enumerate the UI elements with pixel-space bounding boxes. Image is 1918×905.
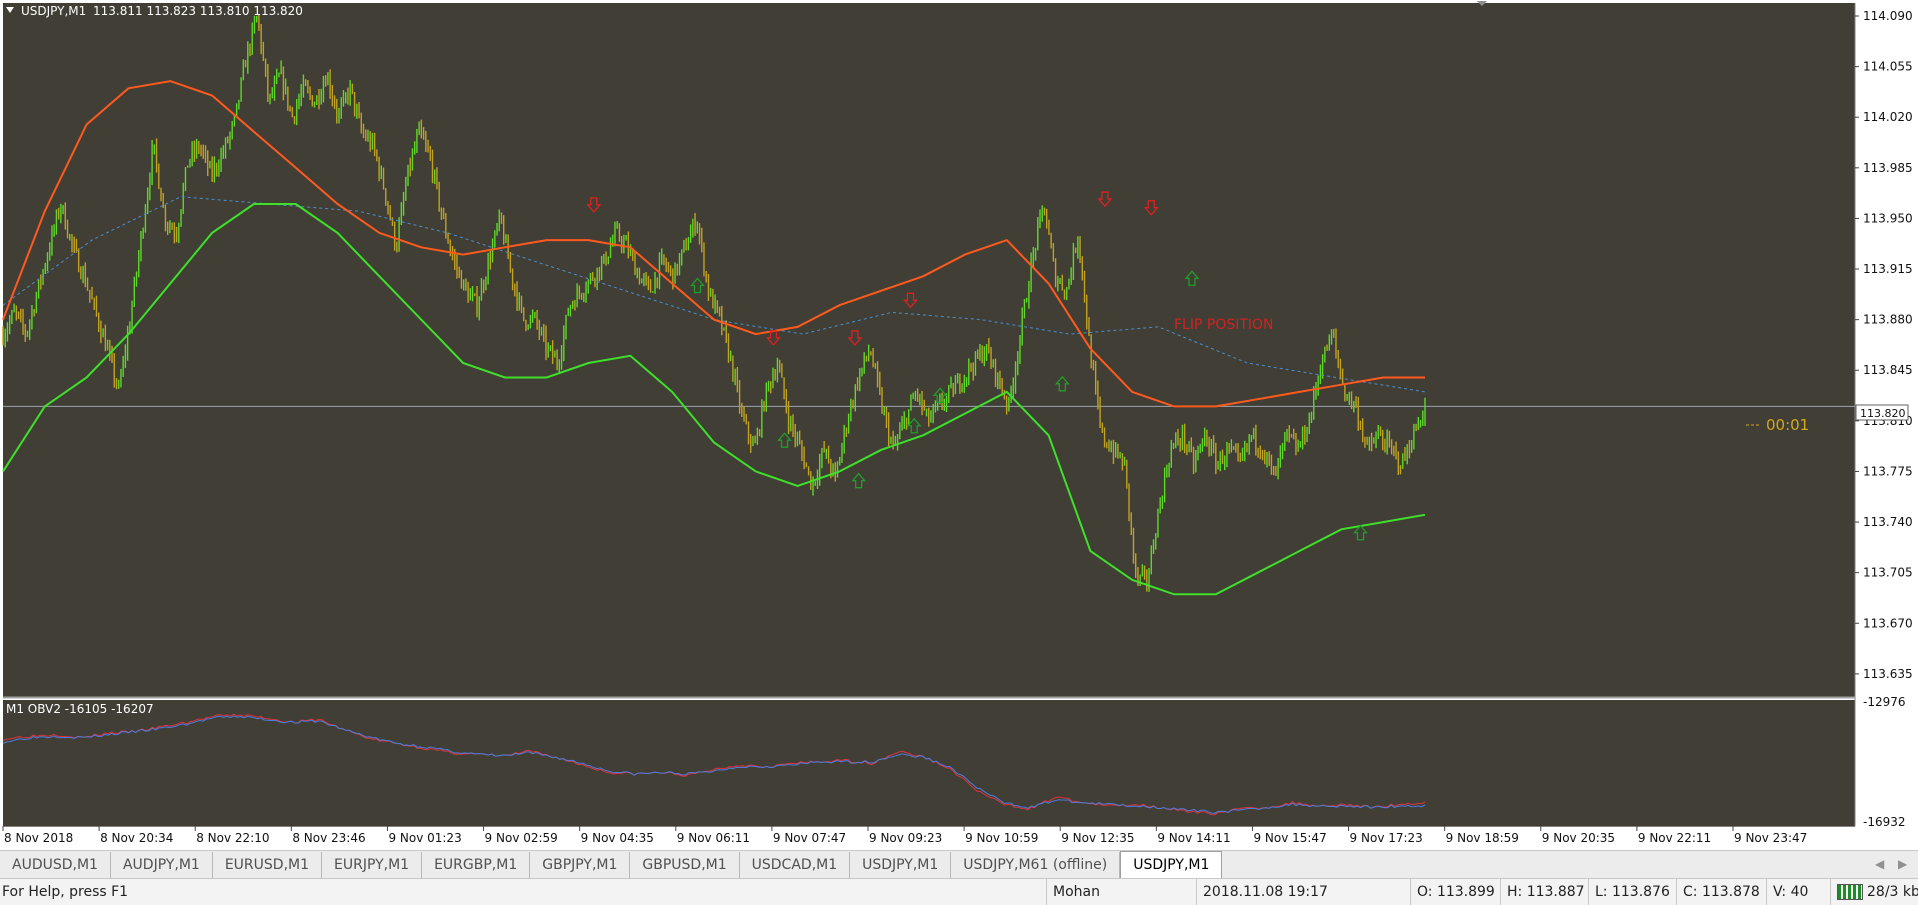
price-tick-label: 113.775 — [1863, 464, 1913, 478]
price-tick-label: 114.090 — [1863, 9, 1913, 23]
time-tick-label: 9 Nov 10:59 — [965, 831, 1038, 845]
time-tick-label: 9 Nov 18:59 — [1446, 831, 1519, 845]
time-tick-label: 9 Nov 07:47 — [773, 831, 846, 845]
status-profile[interactable]: Mohan — [1046, 879, 1195, 905]
status-close: C: 113.878 — [1676, 879, 1765, 905]
chart-tabs-bar: AUDUSD,M1 AUDJPY,M1 EURUSD,M1 EURJPY,M1 … — [0, 850, 1918, 879]
status-low: L: 113.876 — [1588, 879, 1675, 905]
time-tick-label: 8 Nov 2018 — [4, 831, 73, 845]
time-tick-label: 9 Nov 20:35 — [1542, 831, 1615, 845]
time-tick-label: 9 Nov 23:47 — [1734, 831, 1807, 845]
chart-window[interactable]: 114.090 114.055 114.020 113.985 113.950 113.9… — [0, 0, 1918, 850]
price-plot-area[interactable] — [3, 3, 1855, 697]
status-open: O: 113.899 — [1410, 879, 1499, 905]
time-tick-label: 9 Nov 09:23 — [869, 831, 942, 845]
price-tick-label: 113.915 — [1863, 262, 1913, 276]
bar-timer-label: 00:01 — [1766, 416, 1809, 434]
status-volume: V: 40 — [1766, 879, 1829, 905]
tab-eurjpy[interactable]: EURJPY,M1 — [322, 852, 423, 879]
time-tick-label: 8 Nov 20:34 — [100, 831, 173, 845]
time-tick-label: 9 Nov 14:11 — [1157, 831, 1230, 845]
tab-usdjpy[interactable]: USDJPY,M1 — [850, 852, 952, 879]
price-chart[interactable]: 114.090 114.055 114.020 113.985 113.950 113.9… — [0, 0, 1918, 850]
indicator-plot-area[interactable] — [3, 700, 1855, 826]
tab-eurusd[interactable]: EURUSD,M1 — [213, 852, 322, 879]
price-tick-label: 113.635 — [1863, 667, 1913, 681]
status-bar: For Help, press F1 Mohan 2018.11.08 19:17 O… — [0, 878, 1918, 905]
time-tick-label: 9 Nov 06:11 — [677, 831, 750, 845]
price-tick-label: 113.705 — [1863, 566, 1913, 580]
time-tick-label: 9 Nov 02:59 — [485, 831, 558, 845]
tab-eurgbp[interactable]: EURGBP,M1 — [422, 852, 531, 879]
price-tick-label: 113.740 — [1863, 515, 1913, 529]
tab-scroll-left-icon[interactable]: ◀ — [1875, 857, 1884, 871]
tab-usdjpy-active[interactable]: USDJPY,M1 — [1120, 851, 1223, 879]
time-tick-label: 9 Nov 15:47 — [1253, 831, 1326, 845]
status-datetime: 2018.11.08 19:17 — [1196, 879, 1409, 905]
chart-ohlc-label: 113.811 113.823 113.810 113.820 — [93, 4, 303, 18]
price-tick-label: 113.880 — [1863, 313, 1913, 327]
tab-gbpusd[interactable]: GBPUSD,M1 — [630, 852, 740, 879]
obv-indicator-label: M1 OBV2 -16105 -16207 — [6, 702, 154, 716]
status-help-text: For Help, press F1 — [2, 884, 129, 900]
flip-position-label: FLIP POSITION — [1174, 317, 1274, 333]
time-axis: 8 Nov 2018 8 Nov 20:34 8 Nov 22:10 8 Nov 23… — [2, 826, 1807, 845]
bid-price-tag-label: 113.820 — [1860, 407, 1906, 420]
chart-symbol-label: USDJPY,M1 — [21, 4, 86, 18]
time-tick-label: 8 Nov 23:46 — [292, 831, 365, 845]
obv-tick-label: -12976 — [1863, 695, 1906, 709]
obv-tick-label: -16932 — [1863, 815, 1906, 829]
tab-scroll-right-icon[interactable]: ▶ — [1898, 857, 1907, 871]
time-tick-label: 8 Nov 22:10 — [196, 831, 269, 845]
tab-usdcad[interactable]: USDCAD,M1 — [740, 852, 851, 879]
price-tick-label: 113.950 — [1863, 211, 1913, 225]
connection-bars-icon — [1837, 884, 1863, 900]
time-tick-label: 9 Nov 17:23 — [1350, 831, 1423, 845]
status-traffic-label: 28/3 kb — [1867, 884, 1918, 900]
price-tick-label: 113.845 — [1863, 363, 1913, 377]
tab-audusd[interactable]: AUDUSD,M1 — [0, 852, 111, 879]
tab-usdjpy-m61-offline[interactable]: USDJPY,M61 (offline) — [951, 852, 1121, 879]
price-tick-label: 113.985 — [1863, 161, 1913, 175]
tab-gbpjpy[interactable]: GBPJPY,M1 — [530, 852, 631, 879]
status-traffic[interactable]: 28/3 kb — [1830, 879, 1918, 905]
price-tick-label: 114.020 — [1863, 110, 1913, 124]
price-tick-label: 113.670 — [1863, 616, 1913, 630]
time-tick-label: 9 Nov 04:35 — [581, 831, 654, 845]
time-tick-label: 9 Nov 01:23 — [388, 831, 461, 845]
status-high: H: 113.887 — [1500, 879, 1587, 905]
tab-audjpy[interactable]: AUDJPY,M1 — [111, 852, 213, 879]
time-tick-label: 9 Nov 12:35 — [1061, 831, 1134, 845]
time-tick-label: 9 Nov 22:11 — [1638, 831, 1711, 845]
price-tick-label: 114.055 — [1863, 60, 1913, 74]
